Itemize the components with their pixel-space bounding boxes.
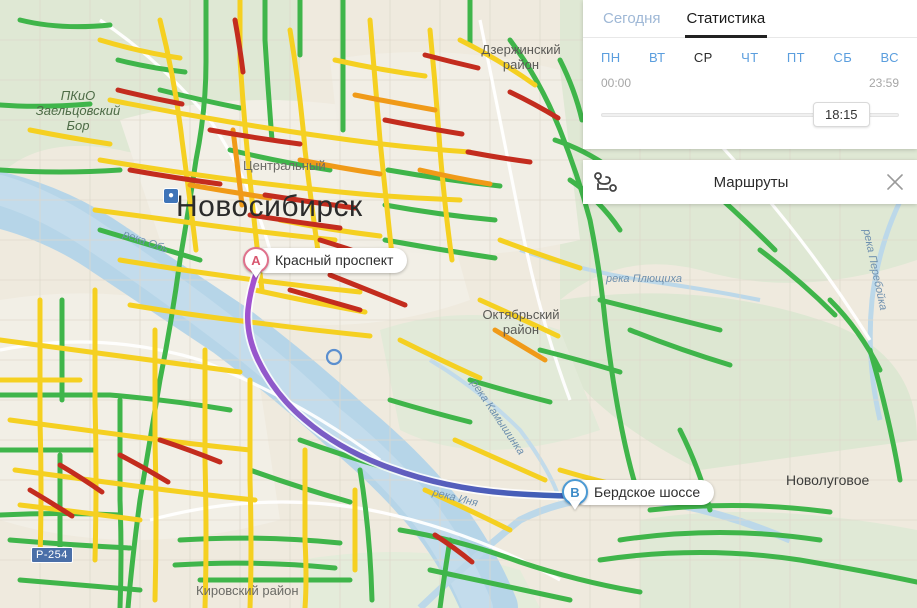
routes-title: Маршруты (713, 173, 789, 191)
tab-today[interactable]: Сегодня (601, 6, 663, 37)
weekday-selector: ПН ВТ СР ЧТ ПТ СБ ВС (583, 38, 917, 65)
routes-bar: Маршруты (583, 160, 917, 204)
route-icon[interactable] (583, 172, 629, 192)
marker-label-b[interactable]: Бердское шоссе (572, 479, 715, 505)
tab-statistics[interactable]: Статистика (684, 6, 768, 38)
weekday-thu[interactable]: ЧТ (741, 50, 758, 65)
train-station-icon[interactable]: ● (163, 188, 179, 204)
marker-pin-a[interactable]: A (243, 247, 269, 273)
traffic-stats-panel: Сегодня Статистика ПН ВТ СР ЧТ ПТ СБ ВС … (583, 0, 917, 149)
marker-pin-b[interactable]: B (562, 479, 588, 505)
marker-label-a[interactable]: Красный проспект (253, 247, 408, 273)
route-marker-a[interactable]: A Красный проспект (243, 247, 408, 273)
road-shield-r254: Р-254 (31, 547, 73, 563)
close-icon[interactable] (873, 173, 917, 191)
map-application: ПКиО Заельцовский Бор Новосибирск Централь… (0, 0, 917, 608)
weekday-fri[interactable]: ПТ (787, 50, 805, 65)
weekday-tue[interactable]: ВТ (649, 50, 666, 65)
time-start-label: 00:00 (601, 76, 632, 90)
time-range-labels: 00:00 23:59 (583, 65, 917, 90)
time-slider-handle[interactable]: 18:15 (813, 102, 870, 127)
time-end-label: 23:59 (868, 76, 899, 90)
weekday-wed[interactable]: СР (694, 50, 713, 65)
route-marker-b[interactable]: B Бердское шоссе (562, 479, 715, 505)
weekday-sat[interactable]: СБ (833, 50, 852, 65)
panel-tabs: Сегодня Статистика (583, 0, 917, 38)
time-slider[interactable]: 18:15 (601, 100, 899, 130)
weekday-sun[interactable]: ВС (881, 50, 899, 65)
weekday-mon[interactable]: ПН (601, 50, 621, 65)
